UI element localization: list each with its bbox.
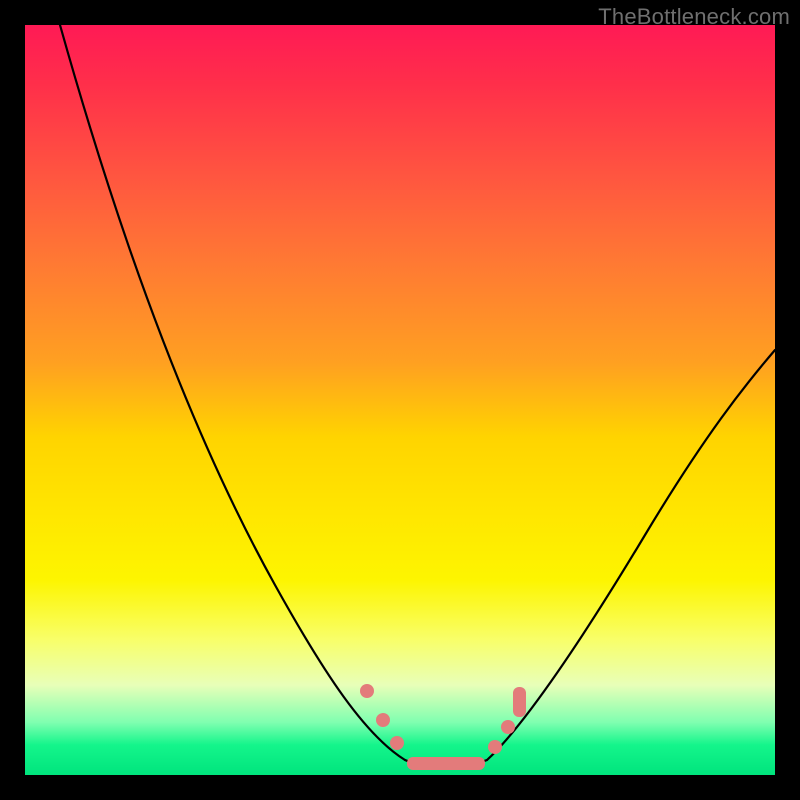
- marker-right-pill: [513, 687, 526, 717]
- chart-frame: TheBottleneck.com: [0, 0, 800, 800]
- marker-dot: [376, 713, 390, 727]
- marker-dot: [488, 740, 502, 754]
- bottleneck-curve-right: [487, 350, 775, 760]
- marker-valley-pill: [407, 757, 485, 770]
- bottleneck-curve-left: [60, 25, 405, 760]
- plot-area: [25, 25, 775, 775]
- marker-dot: [501, 720, 515, 734]
- curve-markers: [360, 684, 526, 770]
- marker-dot: [390, 736, 404, 750]
- marker-dot: [360, 684, 374, 698]
- curve-layer: [25, 25, 775, 775]
